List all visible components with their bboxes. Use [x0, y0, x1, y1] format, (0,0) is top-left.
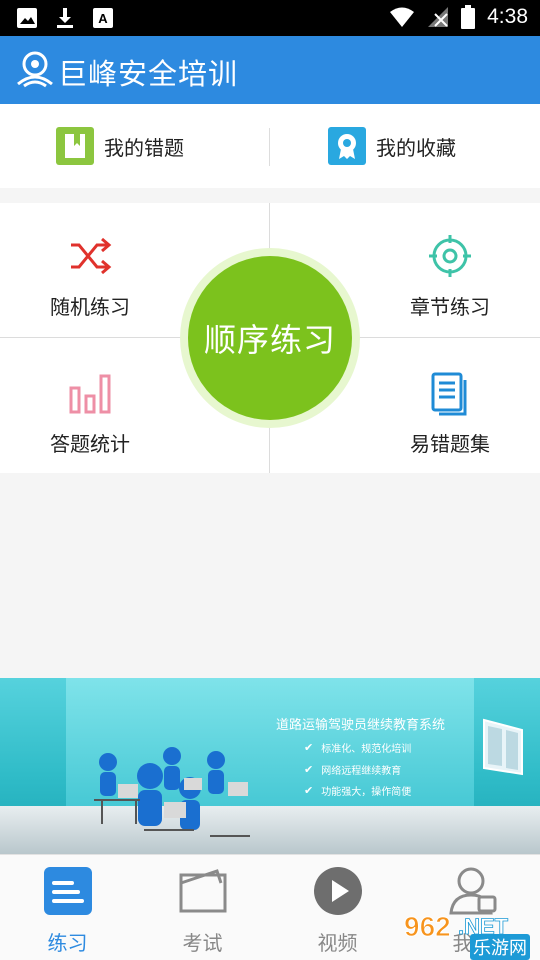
window-icon — [483, 718, 523, 776]
folder-icon — [179, 869, 227, 913]
svg-text:962: 962 — [404, 911, 451, 942]
my-wrong-questions-button[interactable]: 我的错题 — [56, 104, 184, 188]
app-title: 巨峰安全培训 — [58, 57, 239, 91]
quick-actions: 我的错题 我的收藏 — [0, 104, 540, 188]
battery-icon — [461, 5, 476, 29]
bar-chart-icon — [69, 374, 111, 414]
tab-practice-label: 练习 — [47, 931, 88, 955]
chapter-practice-label: 章节练习 — [410, 295, 490, 319]
document-icon — [431, 372, 467, 416]
download-icon — [57, 8, 73, 28]
signal-icon — [428, 7, 449, 27]
app-bar: 巨峰安全培训 — [0, 36, 540, 104]
my-favorites-label: 我的收藏 — [376, 135, 456, 160]
play-icon — [314, 867, 362, 915]
tab-practice[interactable]: 练习 — [0, 855, 135, 960]
gallery-icon — [17, 8, 37, 28]
error-prone-button[interactable]: 易错题集 — [360, 370, 540, 457]
watermark-text: 乐游网 — [470, 934, 530, 960]
random-practice-button[interactable]: 随机练习 — [0, 233, 180, 320]
check-icon: ✔ — [304, 763, 314, 776]
notebook-icon — [56, 127, 94, 165]
sequential-practice-button[interactable]: 顺序练习 — [188, 256, 352, 420]
tab-exam-label: 考试 — [182, 931, 223, 955]
error-prone-label: 易错题集 — [410, 432, 490, 456]
chapter-practice-button[interactable]: 章节练习 — [360, 233, 540, 320]
banner-item: ✔ 标准化、规范化培训 — [304, 741, 412, 755]
people-illustration — [94, 747, 250, 837]
logo-icon — [17, 51, 53, 88]
tab-video-label: 视频 — [317, 931, 358, 955]
check-icon: ✔ — [304, 784, 314, 797]
banner-floor — [0, 806, 540, 854]
tab-exam[interactable]: 考试 — [135, 855, 270, 960]
list-icon — [44, 867, 92, 915]
banner-title: 道路运输驾驶员继续教育系统 — [276, 718, 446, 733]
shuffle-icon — [71, 237, 112, 275]
banner-item: ✔ 网络远程继续教育 — [304, 763, 402, 777]
quick-divider — [269, 128, 270, 166]
badge-icon — [328, 127, 366, 165]
banner-item: ✔ 功能强大，操作简便 — [304, 784, 412, 798]
answer-stats-button[interactable]: 答题统计 — [0, 370, 180, 457]
font-icon: A — [93, 8, 113, 28]
check-icon: ✔ — [304, 741, 314, 754]
sequential-practice-label: 顺序练习 — [203, 321, 336, 359]
svg-text:A: A — [98, 11, 108, 26]
status-bar: A 4:38 — [0, 0, 540, 36]
tab-video[interactable]: 视频 — [270, 855, 405, 960]
promo-banner[interactable]: 道路运输驾驶员继续教育系统 ✔ 标准化、规范化培训 ✔ 网络远程继续教育 ✔ 功能强大… — [0, 678, 540, 854]
target-icon — [429, 235, 471, 277]
wifi-icon — [390, 7, 415, 27]
random-practice-label: 随机练习 — [50, 295, 130, 319]
answer-stats-label: 答题统计 — [50, 432, 130, 456]
my-favorites-button[interactable]: 我的收藏 — [328, 104, 456, 188]
my-wrong-questions-label: 我的错题 — [104, 135, 184, 160]
status-time: 4:38 — [487, 5, 528, 28]
